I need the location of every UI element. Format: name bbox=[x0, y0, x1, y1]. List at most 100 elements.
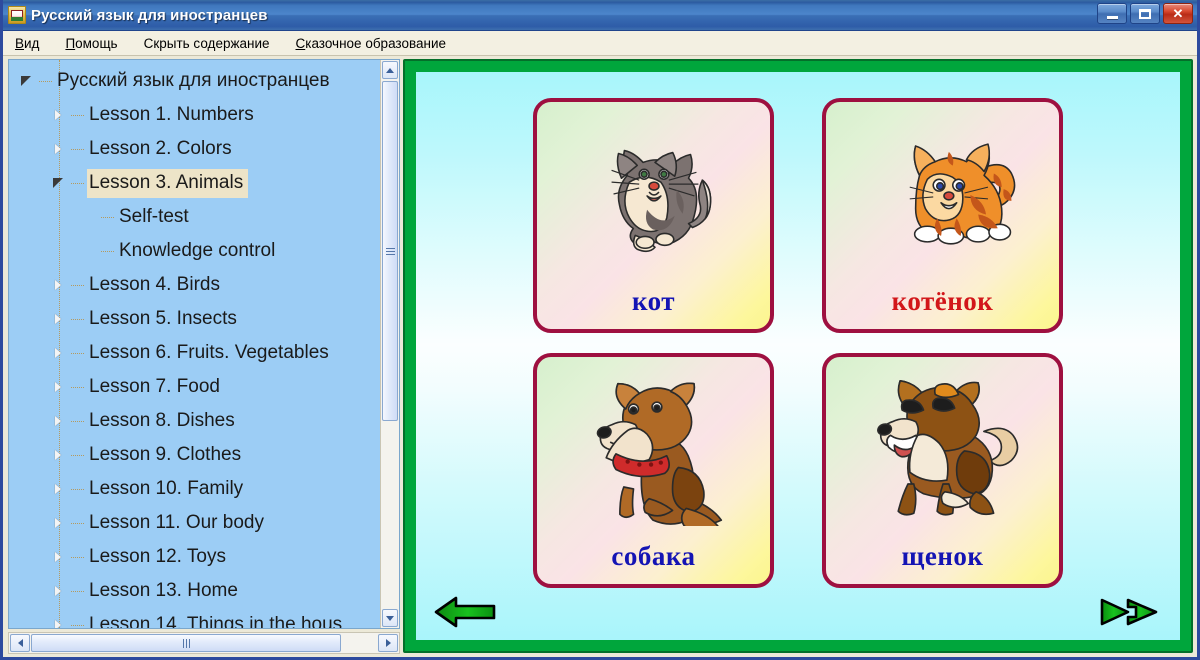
scroll-down-button[interactable] bbox=[382, 609, 398, 627]
tree-connector-dash bbox=[101, 250, 114, 252]
expander-collapsed-icon[interactable] bbox=[51, 447, 67, 463]
tree-connector-dash bbox=[71, 182, 84, 184]
flashcard[interactable]: котёнок bbox=[822, 98, 1063, 333]
tree-item-label: Lesson 2. Colors bbox=[89, 137, 232, 159]
tree-item[interactable]: Lesson 13. Home bbox=[9, 574, 380, 608]
tree-connector-dash bbox=[71, 590, 84, 592]
menu-pomosch[interactable]: Помощь bbox=[63, 34, 119, 53]
tree-connector-dash bbox=[71, 522, 84, 524]
previous-page-button[interactable] bbox=[434, 592, 498, 632]
tree-item-label: Lesson 7. Food bbox=[89, 375, 220, 397]
expander-collapsed-icon[interactable] bbox=[51, 311, 67, 327]
scroll-up-button[interactable] bbox=[382, 61, 398, 79]
menu-pomosch-accesskey: П bbox=[65, 35, 76, 51]
maximize-button[interactable] bbox=[1130, 3, 1160, 24]
expander-collapsed-icon[interactable] bbox=[51, 549, 67, 565]
tree-vertical-scrollbar[interactable] bbox=[380, 60, 399, 628]
tree-item[interactable]: Lesson 10. Family bbox=[9, 472, 380, 506]
flashcard[interactable]: кот bbox=[533, 98, 774, 333]
expander-collapsed-icon[interactable] bbox=[51, 481, 67, 497]
menu-vid-accesskey: В bbox=[15, 35, 25, 51]
menu-fairytale-education[interactable]: Сказочное образование bbox=[294, 34, 449, 53]
maximize-icon bbox=[1139, 8, 1151, 19]
tree-item-label: Knowledge control bbox=[119, 239, 276, 261]
tree-item[interactable]: Lesson 9. Clothes bbox=[9, 438, 380, 472]
dog-illustration bbox=[537, 363, 770, 533]
kitten-illustration bbox=[826, 108, 1059, 278]
tree-item[interactable]: Lesson 7. Food bbox=[9, 370, 380, 404]
tree-item[interactable]: Lesson 2. Colors bbox=[9, 132, 380, 166]
flashcard-word: кот bbox=[631, 286, 676, 316]
expander-collapsed-icon[interactable] bbox=[51, 413, 67, 429]
tree-view: Русский язык для иностранцев Lesson 1. Nu… bbox=[8, 59, 400, 629]
scroll-left-button[interactable] bbox=[10, 634, 30, 652]
flashcard-word: собака bbox=[611, 541, 696, 571]
tree-connector-dash bbox=[71, 556, 84, 558]
horizontal-scroll-track[interactable] bbox=[341, 634, 377, 652]
caption-buttons: ✕ bbox=[1097, 3, 1193, 24]
lesson-panel: кот котёнок собака щенок bbox=[403, 57, 1197, 657]
lesson-frame: кот котёнок собака щенок bbox=[403, 59, 1193, 653]
tree-connector-dash bbox=[71, 284, 84, 286]
tree-connector-dash bbox=[71, 420, 84, 422]
expander-collapsed-icon[interactable] bbox=[51, 583, 67, 599]
tree-horizontal-scrollbar[interactable] bbox=[8, 632, 400, 654]
scroll-down-icon bbox=[386, 615, 394, 621]
tree-connector-dash bbox=[71, 318, 84, 320]
menu-vid[interactable]: Вид bbox=[13, 34, 41, 53]
expander-collapsed-icon[interactable] bbox=[51, 345, 67, 361]
close-button[interactable]: ✕ bbox=[1163, 3, 1193, 24]
tree-item[interactable]: Lesson 12. Toys bbox=[9, 540, 380, 574]
flashcard[interactable]: собака bbox=[533, 353, 774, 588]
expander-collapsed-icon[interactable] bbox=[51, 379, 67, 395]
thumb-grip-icon bbox=[182, 638, 190, 648]
expander-collapsed-icon[interactable] bbox=[51, 107, 67, 123]
title-bar: Русский язык для иностранцев ✕ bbox=[3, 0, 1197, 31]
tree-item-label: Lesson 14. Things in the hous bbox=[89, 613, 343, 629]
tree-item[interactable]: Lesson 4. Birds bbox=[9, 268, 380, 302]
scroll-up-icon bbox=[386, 67, 394, 73]
tree-item-label: Lesson 3. Animals bbox=[87, 168, 249, 198]
tree-connector-dash bbox=[71, 624, 84, 626]
tree-item-label: Lesson 1. Numbers bbox=[89, 103, 254, 125]
puppy-illustration bbox=[826, 363, 1059, 533]
window-title: Русский язык для иностранцев bbox=[31, 6, 268, 24]
expander-collapsed-icon[interactable] bbox=[51, 617, 67, 628]
tree-item[interactable]: Lesson 14. Things in the hous bbox=[9, 608, 380, 628]
expander-expanded-icon[interactable] bbox=[19, 73, 35, 89]
tree-item[interactable]: Lesson 8. Dishes bbox=[9, 404, 380, 438]
tree-item[interactable]: Русский язык для иностранцев bbox=[9, 64, 380, 98]
menu-bar: Вид Помощь Скрыть содержание Сказочное обра… bbox=[3, 31, 1197, 56]
next-page-button[interactable] bbox=[1098, 592, 1162, 632]
scroll-right-icon bbox=[385, 639, 391, 647]
tree-item-label: Lesson 4. Birds bbox=[89, 273, 220, 295]
vertical-scroll-thumb[interactable] bbox=[382, 81, 398, 421]
expander-collapsed-icon[interactable] bbox=[51, 515, 67, 531]
tree-item[interactable]: Lesson 11. Our body bbox=[9, 506, 380, 540]
tree-item[interactable]: Lesson 1. Numbers bbox=[9, 98, 380, 132]
tree-item[interactable]: Self-test bbox=[9, 200, 380, 234]
expander-collapsed-icon[interactable] bbox=[51, 277, 67, 293]
tree-connector-dash bbox=[71, 386, 84, 388]
tree-leaf-spacer bbox=[81, 209, 97, 225]
application-window: Русский язык для иностранцев ✕ Вид Помощь… bbox=[0, 0, 1200, 660]
menu-hide-contents[interactable]: Скрыть содержание bbox=[142, 34, 272, 53]
tree-item-label: Lesson 9. Clothes bbox=[89, 443, 242, 465]
tree-connector-dash bbox=[71, 148, 84, 150]
arrow-right-double-icon bbox=[1100, 598, 1158, 626]
minimize-button[interactable] bbox=[1097, 3, 1127, 24]
tree-item[interactable]: Lesson 3. Animals bbox=[9, 166, 380, 200]
scroll-right-button[interactable] bbox=[378, 634, 398, 652]
horizontal-scroll-thumb[interactable] bbox=[31, 634, 341, 652]
menu-fairytale-education-accesskey: С bbox=[295, 35, 306, 51]
flashcard[interactable]: щенок bbox=[822, 353, 1063, 588]
tree-item[interactable]: Lesson 5. Insects bbox=[9, 302, 380, 336]
tree-item[interactable]: Lesson 6. Fruits. Vegetables bbox=[9, 336, 380, 370]
tree-connector-dash bbox=[71, 454, 84, 456]
expander-expanded-icon[interactable] bbox=[51, 175, 67, 191]
tree-item-label: Lesson 5. Insects bbox=[89, 307, 237, 329]
cat-illustration bbox=[537, 108, 770, 278]
expander-collapsed-icon[interactable] bbox=[51, 141, 67, 157]
flashcard-grid: кот котёнок собака щенок bbox=[416, 98, 1180, 588]
tree-item[interactable]: Knowledge control bbox=[9, 234, 380, 268]
